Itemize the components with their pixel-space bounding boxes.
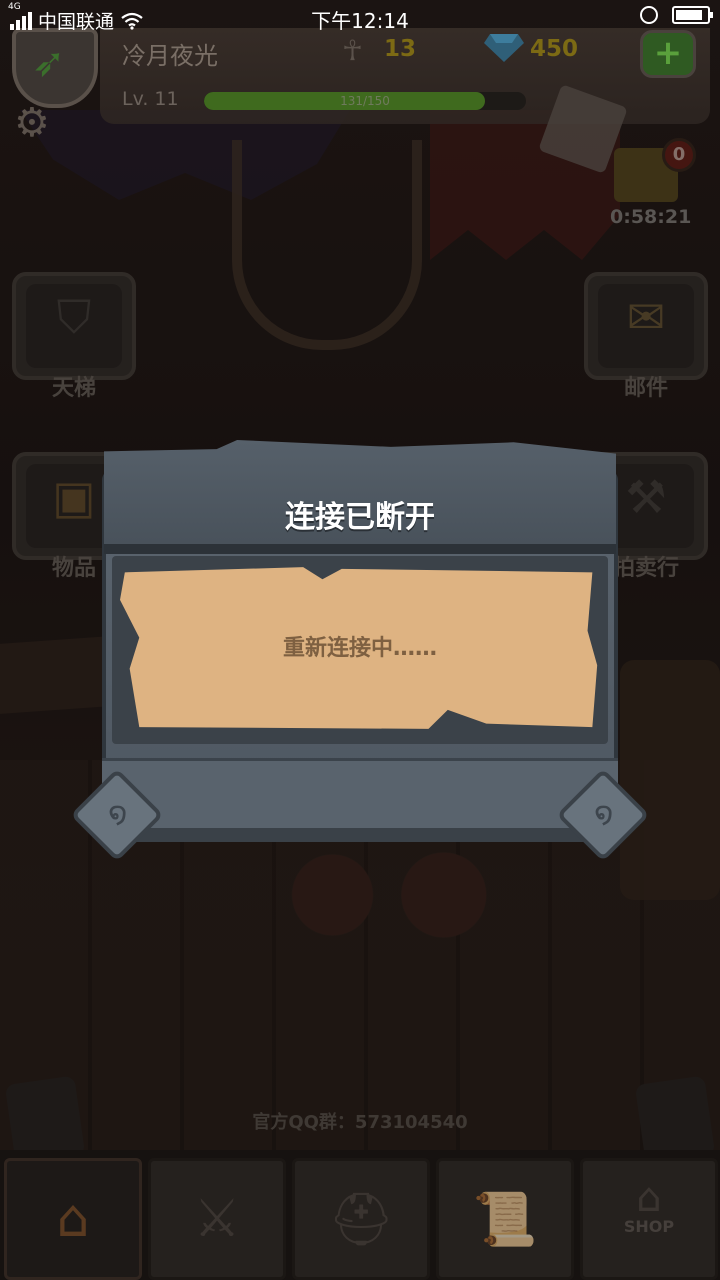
- status-right: [640, 6, 713, 24]
- status-time: 下午12:14: [311, 9, 409, 33]
- alarm-icon: [640, 6, 658, 24]
- disconnect-dialog: 连接已断开 重新连接中…… ໑ ໑: [70, 440, 650, 862]
- dialog-title: 连接已断开: [285, 500, 435, 535]
- add-currency-button[interactable]: +: [640, 30, 696, 78]
- dialog-base: [122, 828, 598, 842]
- bow-icon: ➶: [32, 40, 66, 86]
- ankh-icon: ☥: [342, 34, 363, 67]
- battery-icon: [672, 6, 713, 24]
- status-bar: 4G 中国联通 下午12:14: [0, 0, 720, 36]
- battery-fill: [676, 10, 702, 20]
- gem-count: 450: [530, 36, 579, 62]
- gear-icon[interactable]: ⚙: [14, 100, 50, 146]
- player-level: Lv. 11: [122, 88, 179, 110]
- top-hud: ➶ ⚙ 冷月夜光 ☥ 13 450 + Lv. 11 131/150: [0, 28, 720, 174]
- dialog-header-edge: [104, 544, 616, 550]
- dialog-message: 重新连接中……: [282, 636, 437, 661]
- gem-icon: [484, 34, 524, 62]
- ankh-count: 13: [384, 36, 417, 62]
- xp-text: 131/150: [340, 94, 390, 108]
- dialog-footer: [102, 758, 618, 831]
- player-name: 冷月夜光: [122, 42, 218, 70]
